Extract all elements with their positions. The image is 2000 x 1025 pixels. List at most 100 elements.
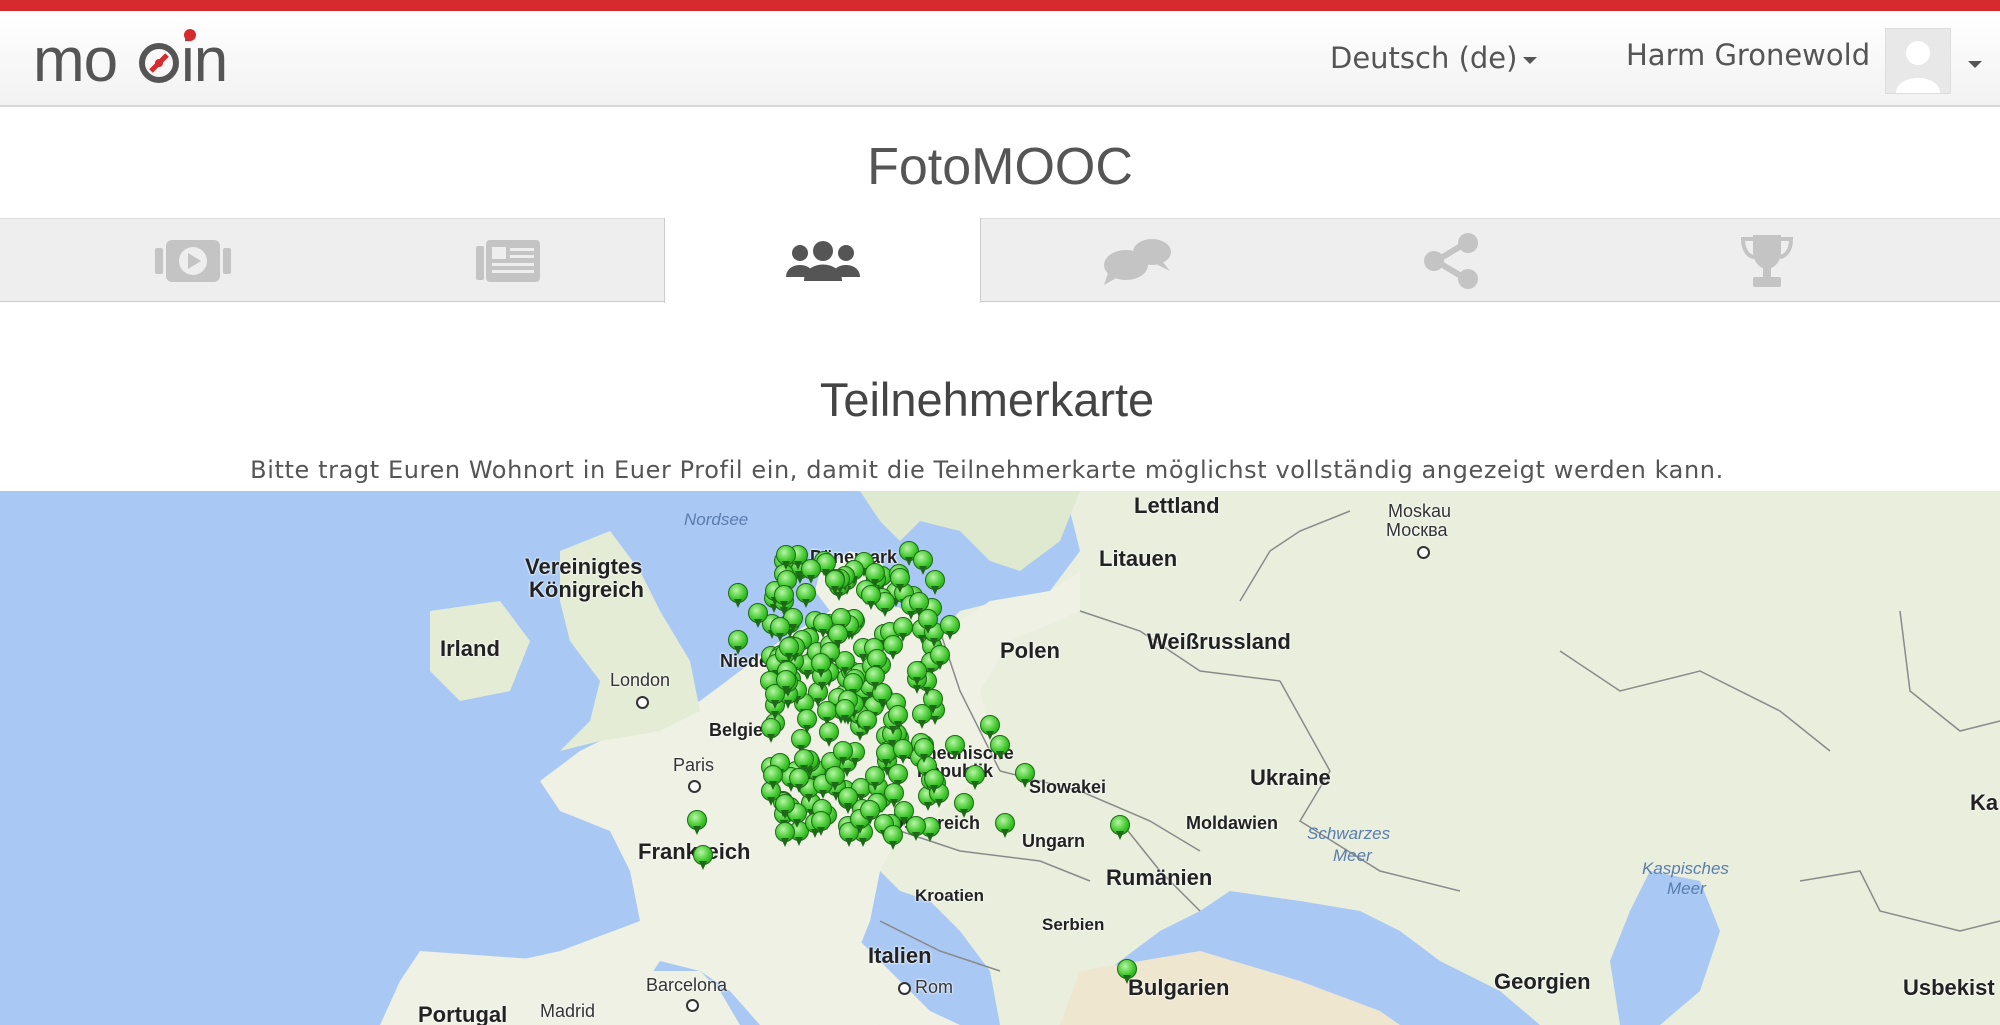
participant-marker[interactable]	[912, 704, 932, 730]
participant-marker[interactable]	[995, 813, 1015, 839]
participant-marker[interactable]	[883, 783, 904, 809]
sea-label: Nordsee	[684, 510, 749, 529]
participant-marker[interactable]	[940, 615, 960, 641]
language-dropdown[interactable]: Deutsch (de)	[1330, 41, 1538, 75]
participant-marker[interactable]	[918, 609, 939, 635]
participant-marker[interactable]	[892, 739, 913, 765]
participant-marker[interactable]	[1110, 815, 1130, 841]
city-marker	[636, 691, 653, 712]
avatar[interactable]	[1885, 28, 1951, 94]
country-label: Weißrussland	[1147, 629, 1291, 654]
participant-marker[interactable]	[779, 636, 800, 663]
country-label: Litauen	[1099, 546, 1178, 571]
country-label: Kroatien	[915, 886, 984, 905]
country-label: Ungarn	[1022, 831, 1085, 851]
participant-marker[interactable]	[907, 660, 928, 687]
city-label-rom: Rom	[898, 977, 953, 998]
comments-icon	[1103, 238, 1171, 285]
participant-marker[interactable]	[824, 570, 845, 596]
country-label: Usbekist	[1903, 975, 1995, 1000]
users-icon	[785, 240, 860, 281]
tab-participants[interactable]	[664, 218, 981, 303]
country-label: Moldawien	[1186, 813, 1279, 833]
participant-marker[interactable]	[1117, 959, 1137, 985]
city-name: Rom	[915, 977, 954, 997]
participant-marker[interactable]	[945, 735, 965, 761]
tab-achievements[interactable]	[1609, 219, 1924, 302]
page-heading: Teilnehmerkarte	[819, 373, 1155, 426]
participant-marker[interactable]	[775, 545, 796, 571]
city-marker	[688, 775, 705, 796]
participant-marker[interactable]	[883, 634, 904, 661]
participant-marker[interactable]	[760, 718, 781, 744]
participant-marker[interactable]	[857, 710, 878, 736]
country-label: Rumänien	[1106, 865, 1213, 890]
country-label: Lettland	[1134, 493, 1220, 518]
participant-marker[interactable]	[914, 738, 935, 764]
participant-marker[interactable]	[748, 603, 768, 629]
participant-marker[interactable]	[925, 570, 945, 596]
participant-marker[interactable]	[1015, 763, 1035, 789]
country-label: Serbien	[1042, 915, 1105, 934]
tab-news[interactable]	[350, 219, 665, 302]
tab-videos[interactable]	[35, 219, 350, 302]
course-tab-bar	[0, 218, 2000, 303]
participant-marker[interactable]	[860, 800, 880, 826]
header-accent-bar	[0, 0, 2000, 11]
participant-map[interactable]: Nordsee Schwarzes Meer Kaspisches Meer L…	[0, 491, 2000, 1025]
participant-marker[interactable]	[775, 670, 796, 696]
sea-label: Meer	[1667, 879, 1706, 898]
city-label: Moskau	[1388, 501, 1452, 521]
share-icon	[1423, 232, 1478, 289]
participant-marker[interactable]	[818, 721, 839, 748]
participant-marker[interactable]	[773, 585, 794, 611]
svg-text:mo: mo	[33, 26, 117, 95]
user-silhouette-icon	[1896, 41, 1940, 93]
country-label: Slowakei	[1029, 777, 1107, 797]
chevron-down-icon	[1523, 56, 1538, 64]
profile-notice: Bitte tragt Euren Wohnort in Euer Profil…	[250, 456, 1724, 484]
city-label: Москва	[1386, 520, 1448, 540]
participant-marker[interactable]	[801, 559, 822, 585]
country-label: Bulgarien	[1128, 975, 1230, 1000]
country-label: Portugal	[418, 1002, 508, 1025]
country-label: Ukraine	[1250, 765, 1331, 790]
participant-marker[interactable]	[864, 665, 885, 692]
city-marker	[686, 994, 703, 1015]
user-menu-chevron-icon[interactable]	[1968, 61, 1982, 68]
course-title: FotoMOOC	[867, 138, 1133, 196]
participant-marker[interactable]	[728, 630, 748, 656]
tab-discussions[interactable]	[979, 219, 1294, 302]
city-label: Paris	[673, 755, 715, 775]
participant-marker[interactable]	[788, 767, 809, 794]
participant-marker[interactable]	[693, 845, 713, 871]
moocin-logo[interactable]: mo in	[33, 25, 253, 95]
participant-marker[interactable]	[811, 653, 832, 679]
participant-marker[interactable]	[965, 765, 985, 791]
participant-marker[interactable]	[924, 768, 945, 795]
country-label: Italien	[868, 943, 932, 968]
participant-marker[interactable]	[810, 810, 831, 837]
participant-marker[interactable]	[728, 583, 748, 609]
participant-marker[interactable]	[865, 766, 886, 792]
participant-marker[interactable]	[796, 709, 817, 735]
participant-marker[interactable]	[795, 582, 816, 609]
participant-marker[interactable]	[825, 766, 846, 792]
participant-marker[interactable]	[827, 624, 848, 650]
participant-marker[interactable]	[990, 735, 1010, 761]
country-label: Irland	[440, 636, 500, 661]
country-label: Ka	[1970, 790, 1999, 815]
tab-share[interactable]	[1294, 219, 1609, 302]
video-icon	[154, 239, 231, 282]
city-label: Barcelona	[646, 975, 728, 995]
participant-marker[interactable]	[861, 585, 882, 611]
participant-marker[interactable]	[887, 704, 908, 731]
user-menu[interactable]: Harm Gronewold	[1626, 38, 1870, 72]
participant-marker[interactable]	[762, 765, 783, 791]
participant-marker[interactable]	[687, 810, 707, 836]
participant-marker[interactable]	[890, 568, 911, 594]
city-marker	[1417, 541, 1434, 562]
participant-marker[interactable]	[954, 793, 974, 819]
participant-marker[interactable]	[930, 645, 950, 671]
participant-marker[interactable]	[883, 825, 903, 851]
